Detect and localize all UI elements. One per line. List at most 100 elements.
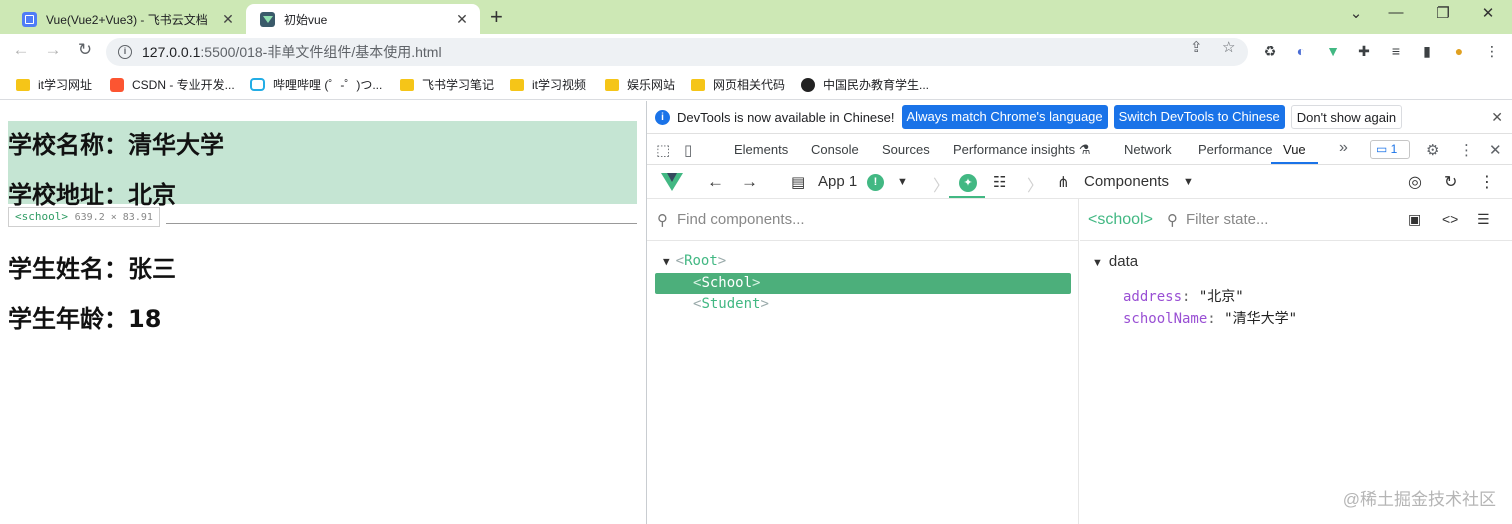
switch-to-chinese-button[interactable]: Switch DevTools to Chinese (1113, 105, 1285, 129)
more-menu-icon[interactable]: ⋮ (1479, 172, 1495, 192)
select-component-icon[interactable]: ◎ (1408, 172, 1422, 192)
app-selector-icon[interactable]: ▤ (791, 173, 805, 191)
edge-extension-icon[interactable]: ◐ (1293, 43, 1309, 59)
chevron-down-icon[interactable]: ▼ (1183, 176, 1194, 188)
inspect-element-icon[interactable]: ⬚ (656, 141, 670, 159)
tab-sources[interactable]: Sources (882, 135, 930, 164)
reload-button[interactable]: ↻ (74, 40, 96, 60)
tab-console[interactable]: Console (811, 135, 859, 164)
vue-devtools-extension-icon[interactable]: ▼ (1325, 43, 1341, 59)
divider (166, 223, 637, 224)
browser-tab-feishu[interactable]: Vue(Vue2+Vue3) - 飞书云文档 ✕ (8, 4, 246, 34)
inspect-dom-icon[interactable]: ☰ (1477, 211, 1490, 228)
close-icon[interactable]: ✕ (454, 11, 470, 28)
extensions-puzzle-icon[interactable]: ✚ (1356, 43, 1372, 59)
close-devtools-icon[interactable]: ✕ (1489, 141, 1502, 159)
breadcrumb-separator: 〉 (933, 178, 950, 195)
show-source-icon[interactable]: <> (1442, 211, 1458, 227)
site-info-icon[interactable]: i (118, 45, 132, 59)
dont-show-again-button[interactable]: Don't show again (1290, 105, 1403, 129)
bookmark-feishu-notes[interactable]: 飞书学习笔记 (400, 76, 494, 93)
bookmark-star-icon[interactable]: ☆ (1222, 38, 1235, 56)
tab-vue[interactable]: Vue (1271, 135, 1318, 164)
more-tabs-icon[interactable]: » (1339, 139, 1348, 157)
expand-triangle-icon[interactable]: ▼ (1092, 257, 1103, 269)
url-text[interactable]: 127.0.0.1:5500/018-非单文件组件/基本使用.html (142, 42, 442, 62)
window-close-button[interactable]: ✕ (1478, 4, 1498, 22)
settings-gear-icon[interactable]: ⚙ (1426, 141, 1439, 159)
inspector-compass-icon[interactable]: ✦ (959, 174, 977, 192)
search-icon: ⚲ (1166, 211, 1178, 229)
bookmark-it-videos[interactable]: it学习视频 (510, 76, 586, 93)
tree-node-school[interactable]: <School> (655, 273, 1071, 294)
new-tab-button[interactable]: + (490, 5, 503, 29)
info-icon: i (655, 109, 670, 125)
close-icon[interactable]: ✕ (220, 11, 236, 28)
timeline-icon[interactable]: ☷ (993, 173, 1006, 191)
tree-node-student[interactable]: <Student> (693, 294, 769, 315)
address-bar[interactable]: i 127.0.0.1:5500/018-非单文件组件/基本使用.html (106, 38, 1248, 66)
language-infobar: i DevTools is now available in Chinese! … (647, 101, 1512, 134)
data-section-toggle[interactable]: ▼ data (1092, 253, 1138, 270)
selected-component-name: <school> (1088, 210, 1153, 228)
back-arrow-icon[interactable]: ← (707, 172, 724, 192)
bookmark-csdn[interactable]: CSDN - 专业开发... (110, 76, 235, 93)
tree-node-root[interactable]: ▼ <Root> (663, 251, 726, 272)
chevron-down-icon[interactable]: ▼ (897, 176, 908, 188)
issues-badge[interactable]: ▭ 1 (1370, 140, 1410, 159)
active-indicator (949, 196, 985, 198)
tab-performance[interactable]: Performance (1198, 135, 1272, 164)
tab-search-icon[interactable]: ⌄ (1346, 4, 1366, 22)
vue-devtools-toolbar: ← → ▤ App 1 ! ▼ 〉 ✦ ☷ 〉 ⋔ Components ▼ ◎… (647, 166, 1512, 199)
components-selector[interactable]: Components (1084, 173, 1169, 190)
bookmark-web-code[interactable]: 网页相关代码 (691, 76, 785, 93)
bilibili-icon (250, 78, 265, 91)
bookmarks-bar: it学习网址 CSDN - 专业开发... 哔哩哔哩 (゜-゜)つ... 飞书学… (0, 70, 1512, 100)
app-warning-icon[interactable]: ! (867, 174, 884, 191)
share-icon[interactable]: ⇪ (1190, 38, 1203, 56)
component-tree-pane: ⚲ Find components... ▼ <Root> <School> <S… (647, 199, 1079, 524)
chrome-menu-icon[interactable]: ⋮ (1484, 43, 1500, 59)
devtools-panel: i DevTools is now available in Chinese! … (646, 101, 1512, 524)
folder-icon (605, 78, 619, 91)
maximize-button[interactable]: ❐ (1433, 4, 1453, 22)
page-viewport: 学校名称：清华大学 学校地址：北京 <school> 639.2 × 83.91… (0, 101, 646, 524)
close-infobar-icon[interactable]: ✕ (1491, 109, 1503, 126)
vue-logo-icon (661, 173, 683, 191)
side-panel-icon[interactable]: ▮ (1419, 43, 1435, 59)
forward-arrow-icon[interactable]: → (741, 172, 758, 192)
back-button[interactable]: ← (10, 40, 32, 60)
bookmark-bilibili[interactable]: 哔哩哔哩 (゜-゜)つ... (250, 76, 382, 93)
devtools-tabbar: ⬚ ▯ Elements Console Sources Performance… (647, 135, 1512, 165)
media-control-icon[interactable]: ≡ (1388, 43, 1404, 59)
component-inspect-tooltip: <school> 639.2 × 83.91 (8, 207, 160, 227)
state-prop-schoolname[interactable]: schoolName: "清华大学" (1123, 308, 1297, 328)
tab-elements[interactable]: Elements (734, 135, 788, 164)
bookmark-education[interactable]: 中国民办教育学生... (801, 76, 929, 93)
state-prop-address[interactable]: address: "北京" (1123, 286, 1244, 306)
customize-menu-icon[interactable]: ⋮ (1459, 141, 1474, 159)
globe-icon (801, 77, 815, 92)
csdn-icon (110, 77, 124, 92)
student-age-heading: 学生年龄：18 (8, 305, 162, 333)
bookmark-entertainment[interactable]: 娱乐网站 (605, 76, 675, 93)
expand-triangle-icon[interactable]: ▼ (663, 255, 670, 268)
filter-state-input[interactable]: Filter state... (1186, 211, 1269, 228)
browser-tab-vue[interactable]: 初始vue ✕ (246, 4, 480, 34)
tab-performance-insights[interactable]: Performance insights ⚗ (953, 135, 1090, 164)
folder-icon (16, 78, 30, 91)
tab-network[interactable]: Network (1124, 135, 1172, 164)
minimize-button[interactable]: — (1386, 4, 1406, 21)
recycle-extension-icon[interactable]: ♻ (1262, 43, 1278, 59)
always-match-language-button[interactable]: Always match Chrome's language (901, 105, 1108, 129)
profile-avatar[interactable]: ● (1451, 43, 1467, 59)
app-selector[interactable]: App 1 (818, 173, 857, 190)
device-toolbar-icon[interactable]: ▯ (684, 141, 692, 159)
find-components-input[interactable]: ⚲ Find components... (647, 199, 1078, 241)
bookmark-it-sites[interactable]: it学习网址 (16, 76, 92, 93)
refresh-icon[interactable]: ↻ (1444, 172, 1457, 192)
scroll-to-component-icon[interactable]: ▣ (1408, 211, 1421, 228)
watermark: @稀土掘金技术社区 (1342, 490, 1496, 509)
tab-title: Vue(Vue2+Vue3) - 飞书云文档 (46, 12, 208, 27)
forward-button[interactable]: → (42, 40, 64, 60)
